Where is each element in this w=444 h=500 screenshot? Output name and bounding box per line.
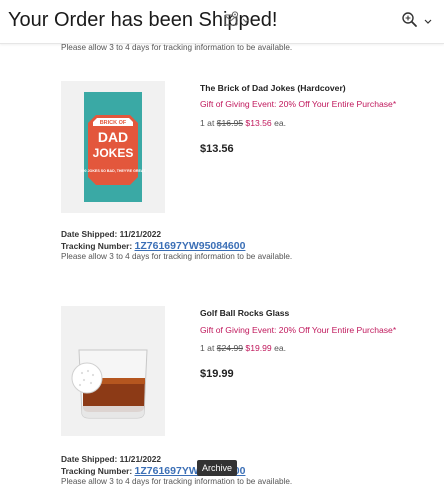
envelope-menu-button[interactable] — [224, 11, 254, 31]
qty-suffix: ea. — [274, 118, 287, 128]
qty-prefix: 1 at — [200, 118, 215, 128]
rocks-glass-image — [71, 349, 148, 419]
tracking-number-link[interactable]: 1Z761697YW95084600 — [135, 240, 246, 252]
svg-text:DAD: DAD — [98, 129, 128, 145]
message-header: Your Order has been Shipped! — [0, 0, 444, 44]
tracking-row: Tracking Number: 1Z761697YW95084600 — [61, 240, 245, 252]
original-price: $24.99 — [216, 343, 244, 353]
chevron-down-icon — [424, 19, 432, 24]
original-price: $16.95 — [216, 118, 244, 128]
zoom-menu-button[interactable] — [401, 11, 435, 31]
line-total: $19.99 — [200, 368, 234, 380]
svg-text:BRICK OF: BRICK OF — [100, 120, 127, 126]
tracking-label: Tracking Number: — [61, 241, 133, 251]
tracking-note: Please allow 3 to 4 days for tracking in… — [61, 252, 293, 261]
sale-price: $13.56 — [245, 118, 272, 128]
zoom-icon — [402, 12, 432, 27]
archive-tooltip: Archive — [197, 460, 238, 476]
qty-prefix: 1 at — [200, 343, 215, 353]
envelope-gear-icon — [224, 11, 250, 26]
line-total: $13.56 — [200, 143, 234, 155]
date-shipped: Date Shipped: 11/21/2022 — [61, 454, 162, 464]
product-image[interactable] — [61, 306, 165, 436]
unit-price: 1 at $24.99 $19.99 ea. — [200, 343, 286, 353]
product-name[interactable]: Golf Ball Rocks Glass — [200, 308, 289, 318]
qty-suffix: ea. — [274, 343, 287, 353]
svg-text:400 JOKES SO BAD, THEY'RE GREA: 400 JOKES SO BAD, THEY'RE GREAT — [81, 169, 147, 173]
product-image[interactable]: BRICK OF DAD JOKES 400 JOKES SO BAD, THE… — [61, 81, 165, 213]
chevron-down-icon — [242, 18, 250, 23]
book-cover-image: BRICK OF DAD JOKES 400 JOKES SO BAD, THE… — [81, 92, 147, 202]
promo-text: Gift of Giving Event: 20% Off Your Entir… — [200, 325, 397, 335]
tracking-note: Please allow 3 to 4 days for tracking in… — [61, 43, 293, 52]
date-shipped: Date Shipped: 11/21/2022 — [61, 229, 162, 239]
product-name[interactable]: The Brick of Dad Jokes (Hardcover) — [200, 83, 346, 93]
sale-price: $19.99 — [245, 343, 272, 353]
tracking-note: Please allow 3 to 4 days for tracking in… — [61, 477, 293, 486]
svg-text:JOKES: JOKES — [93, 146, 134, 160]
promo-text: Gift of Giving Event: 20% Off Your Entir… — [200, 99, 397, 109]
unit-price: 1 at $16.95 $13.56 ea. — [200, 118, 286, 128]
tracking-label: Tracking Number: — [61, 466, 133, 476]
